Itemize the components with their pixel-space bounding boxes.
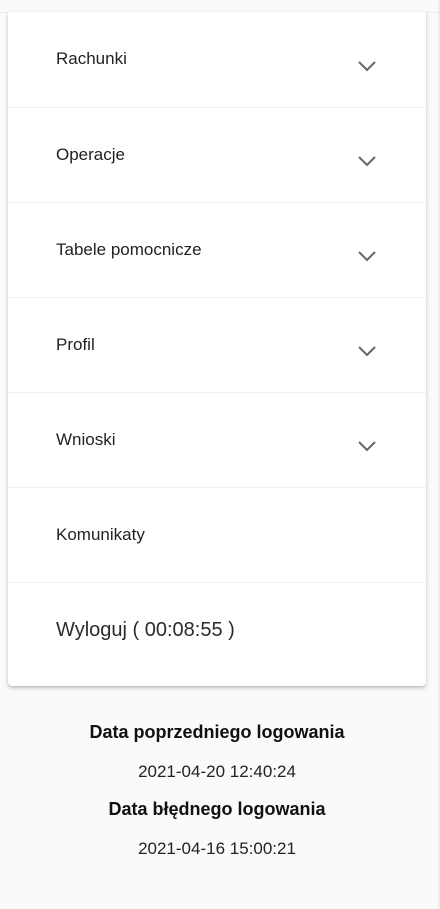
previous-login-label: Data poprzedniego logowania	[89, 722, 345, 742]
side-menu: Rachunki Operacje Tabele pomocnicze Prof…	[8, 12, 426, 686]
failed-login-label: Data błędnego logowania	[108, 799, 326, 819]
menu-item-wnioski[interactable]: Wnioski	[8, 393, 426, 488]
logout-button[interactable]: Wyloguj ( 00:08:55 )	[8, 583, 426, 678]
menu-item-label: Operacje	[56, 144, 125, 164]
chevron-down-icon[interactable]	[356, 344, 378, 358]
chevron-down-icon[interactable]	[356, 439, 378, 453]
chevron-down-icon[interactable]	[356, 249, 378, 263]
menu-item-rachunki[interactable]: Rachunki	[8, 12, 426, 108]
menu-item-label: Wnioski	[56, 429, 116, 449]
menu-item-operacje[interactable]: Operacje	[8, 108, 426, 203]
failed-login-value: 2021-04-16 15:00:21	[138, 839, 296, 858]
menu-item-label: Profil	[56, 334, 95, 354]
previous-login-value: 2021-04-20 12:40:24	[138, 762, 296, 781]
menu-item-komunikaty[interactable]: Komunikaty	[8, 488, 426, 583]
menu-item-label: Rachunki	[56, 49, 127, 68]
menu-item-tabele-pomocnicze[interactable]: Tabele pomocnicze	[8, 203, 426, 298]
menu-item-label: Tabele pomocnicze	[56, 239, 202, 259]
chevron-down-icon[interactable]	[356, 154, 378, 168]
login-info: Data poprzedniego logowania 2021-04-20 1…	[8, 709, 426, 857]
chevron-down-icon[interactable]	[356, 59, 378, 73]
logout-label: Wyloguj ( 00:08:55 )	[56, 618, 235, 641]
menu-item-label: Komunikaty	[56, 524, 145, 544]
menu-item-profil[interactable]: Profil	[8, 298, 426, 393]
